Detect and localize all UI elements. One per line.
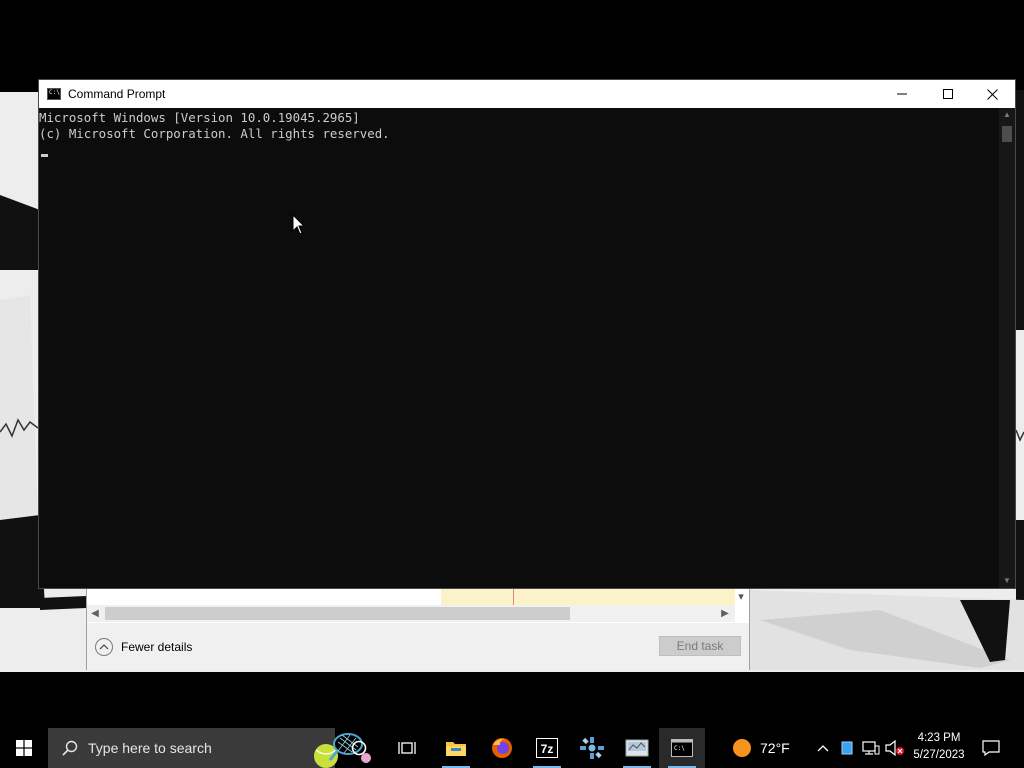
cmd-app-icon[interactable]: C:\: [47, 88, 61, 100]
scroll-down-button[interactable]: ▾: [733, 589, 749, 605]
process-list: [87, 589, 735, 605]
weather-widget[interactable]: 72°F: [732, 728, 798, 768]
task-manager-window: ▾ ◀ ▶ Fewer details End task: [86, 588, 750, 670]
tray-app-button[interactable]: [837, 738, 857, 758]
close-button[interactable]: [969, 80, 1015, 108]
search-placeholder: Type here to search: [88, 740, 212, 756]
fewer-details-button[interactable]: Fewer details: [95, 637, 192, 657]
disk-image-app-button[interactable]: [614, 728, 660, 768]
windows-logo-icon: [16, 740, 32, 756]
seven-zip-icon: 7z: [536, 738, 558, 758]
horizontal-scroll-thumb[interactable]: [105, 607, 570, 620]
task-view-icon: [398, 742, 416, 754]
command-prompt-icon: C:\: [671, 739, 693, 757]
svg-text:7z: 7z: [541, 742, 554, 756]
minimize-icon: [897, 93, 907, 95]
close-icon: [986, 88, 998, 100]
start-button[interactable]: [0, 728, 48, 768]
clock-date: 5/27/2023: [913, 749, 965, 761]
vertical-scroll-thumb[interactable]: [1002, 126, 1012, 142]
clock[interactable]: 4:23 PM 5/27/2023: [908, 730, 970, 766]
show-hidden-icons-button[interactable]: [813, 738, 833, 758]
console-output[interactable]: Microsoft Windows [Version 10.0.19045.29…: [39, 108, 999, 588]
mouse-pointer-icon: [292, 213, 306, 236]
end-task-button[interactable]: End task: [659, 636, 741, 656]
cortana-button[interactable]: [336, 728, 382, 768]
search-icon: [62, 740, 78, 756]
search-box[interactable]: Type here to search: [48, 728, 371, 768]
command-prompt-window[interactable]: C:\ Command Prompt Microsoft Windows [Ve…: [38, 79, 1016, 589]
svg-text:C:\: C:\: [674, 745, 685, 752]
console-line: Microsoft Windows [Version 10.0.19045.29…: [39, 110, 360, 125]
fewer-details-label: Fewer details: [121, 640, 193, 654]
firefox-button[interactable]: [479, 728, 525, 768]
maximize-icon: [943, 89, 953, 99]
window-title: Command Prompt: [68, 87, 166, 101]
vertical-scrollbar[interactable]: ▲ ▼: [999, 108, 1015, 588]
chevron-up-icon: [817, 745, 829, 752]
taskbar: Type here to search 7z C:\ 72°F 4:23 PM …: [0, 728, 1024, 768]
text-cursor: [41, 154, 48, 157]
cortana-icon: [351, 740, 367, 756]
tray-app-icon: [841, 741, 853, 755]
disk-cell: [585, 589, 657, 605]
cmd-icon-text: C:\: [49, 89, 60, 96]
horizontal-scrollbar[interactable]: ◀ ▶: [87, 605, 735, 622]
task-manager-footer: Fewer details End task: [87, 623, 749, 670]
volume-button[interactable]: [885, 738, 905, 758]
disk-image-icon: [625, 739, 649, 757]
notification-icon: [982, 740, 1000, 756]
title-bar[interactable]: C:\ Command Prompt: [39, 80, 1015, 108]
command-prompt-taskbar-button[interactable]: C:\: [659, 728, 705, 768]
console-line: (c) Microsoft Corporation. All rights re…: [39, 126, 390, 141]
scroll-down-button[interactable]: ▼: [999, 574, 1015, 588]
volume-muted-icon: [885, 740, 904, 756]
network-icon: [862, 741, 880, 755]
scroll-up-button[interactable]: ▲: [999, 108, 1015, 122]
scroll-right-button[interactable]: ▶: [717, 605, 733, 622]
task-view-button[interactable]: [384, 728, 430, 768]
network-cell: [657, 589, 735, 605]
seven-zip-button[interactable]: 7z: [524, 728, 570, 768]
firefox-icon: [492, 738, 512, 758]
action-center-button[interactable]: [980, 738, 1002, 758]
cpu-cell: [441, 589, 513, 605]
minimize-button[interactable]: [879, 80, 925, 108]
file-explorer-button[interactable]: [433, 728, 479, 768]
sun-icon: [733, 739, 751, 757]
ppsspp-button[interactable]: [569, 728, 615, 768]
scroll-left-button[interactable]: ◀: [87, 605, 103, 622]
network-button[interactable]: [861, 738, 881, 758]
chevron-up-icon: [95, 638, 113, 656]
memory-cell: [513, 589, 586, 605]
folder-icon: [446, 742, 466, 756]
maximize-button[interactable]: [925, 80, 971, 108]
ppsspp-icon: [580, 737, 604, 759]
clock-time: 4:23 PM: [917, 732, 961, 744]
weather-temperature: 72°F: [760, 740, 790, 756]
